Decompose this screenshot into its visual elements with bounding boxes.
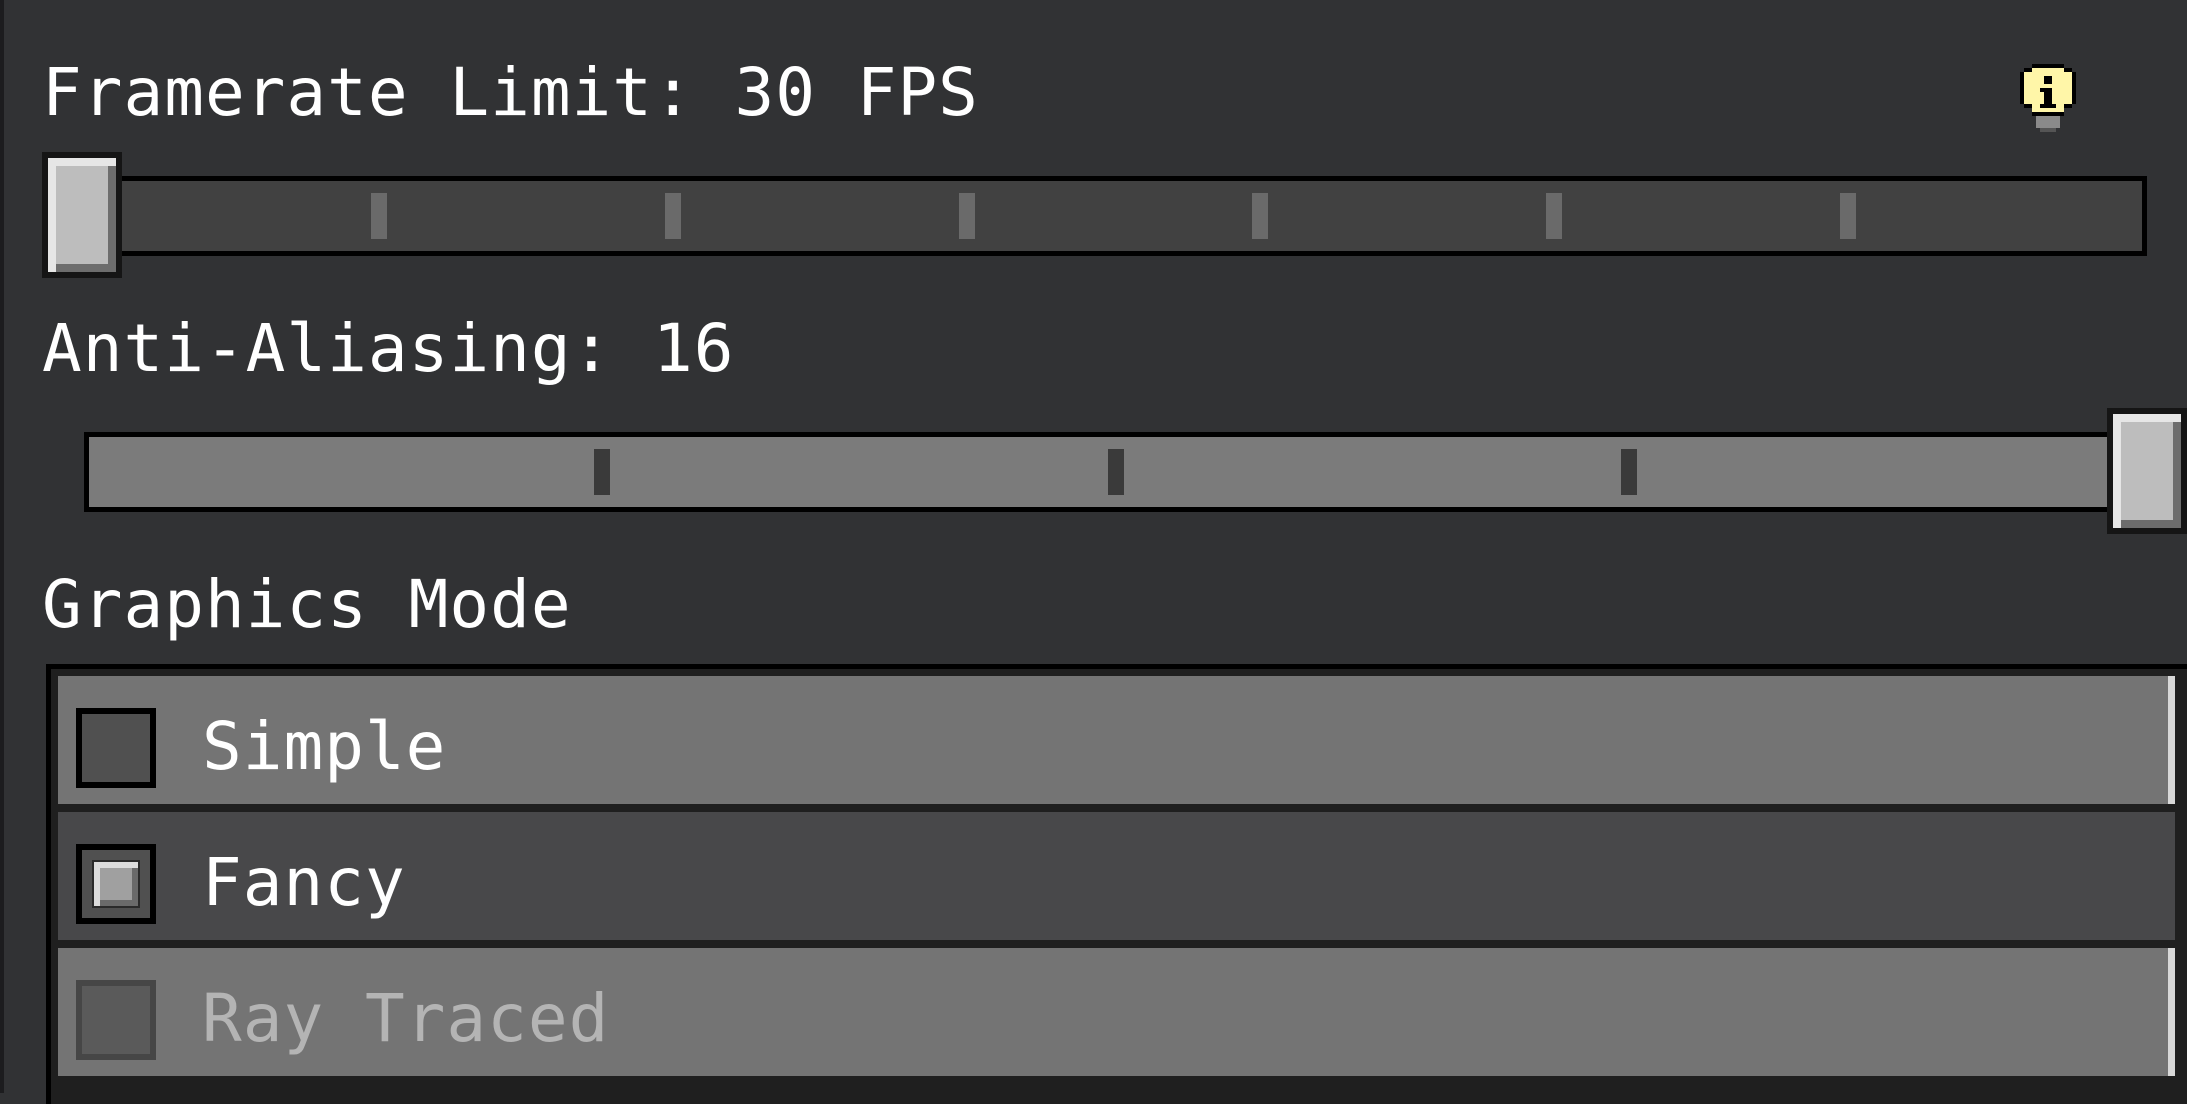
checkbox-mark [92,860,140,908]
option-label: Fancy [202,844,406,921]
slider-tick [1546,193,1562,239]
option-label: Ray Traced [202,980,610,1057]
slider-tick [959,193,975,239]
slider-tick [1252,193,1268,239]
slider-tick [1840,193,1856,239]
checkbox[interactable] [76,708,156,788]
checkbox-disabled [76,980,156,1060]
anti-aliasing-label: Anti-Aliasing: 16 [42,310,735,387]
checkbox-checked[interactable] [76,844,156,924]
graphics-mode-label: Graphics Mode [42,566,572,643]
framerate-limit-slider-track[interactable] [80,176,2147,256]
info-bulb-icon[interactable] [2020,64,2076,136]
anti-aliasing-slider-track[interactable] [84,432,2147,512]
slider-tick [1108,449,1124,495]
option-label: Simple [202,708,447,785]
slider-tick [594,449,610,495]
slider-tick [665,193,681,239]
graphics-mode-option-fancy[interactable]: Fancy [58,812,2175,940]
slider-tick [371,193,387,239]
row-edge [2168,948,2175,1076]
anti-aliasing-slider-thumb[interactable] [2107,408,2187,534]
framerate-limit-slider-thumb[interactable] [42,152,122,278]
graphics-mode-option-ray-traced: Ray Traced [58,948,2175,1076]
panel-left-border [0,0,4,1093]
row-edge [2168,676,2175,804]
graphics-mode-option-simple[interactable]: Simple [58,676,2175,804]
framerate-limit-label: Framerate Limit: 30 FPS [42,54,979,131]
slider-tick [1621,449,1637,495]
